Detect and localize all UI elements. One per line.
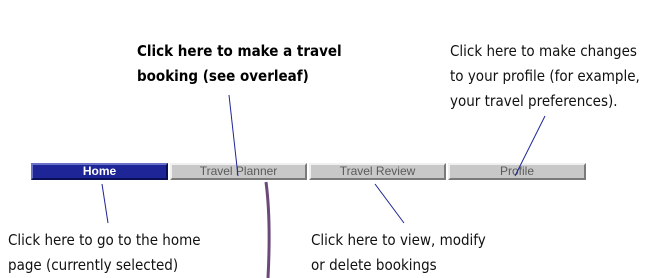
callout-line: Click here to make a travel	[137, 42, 342, 60]
callout-profile: Click here to make changes to your profi…	[450, 39, 640, 114]
tab-travel-review[interactable]: Travel Review	[309, 163, 446, 180]
pointer-line-home	[101, 183, 109, 224]
tab-travel-planner-label: Travel Planner	[199, 164, 278, 178]
tab-travel-review-label: Travel Review	[339, 164, 416, 178]
callout-line: booking (see overleaf)	[137, 67, 309, 85]
callout-home: Click here to go to the home page (curre…	[8, 228, 201, 278]
callout-line: Click here to go to the home	[8, 231, 201, 249]
tab-profile[interactable]: Profile	[448, 163, 586, 180]
callout-line: Click here to view, modify	[311, 231, 486, 249]
callout-line: to your profile (for example,	[450, 67, 640, 85]
tab-home[interactable]: Home	[31, 163, 168, 180]
callout-review: Click here to view, modify or delete boo…	[311, 228, 486, 278]
callout-line: Click here to make changes	[450, 42, 637, 60]
tab-home-label: Home	[82, 164, 117, 178]
navigation-tab-bar: Home Travel Planner Travel Review Profil…	[31, 163, 586, 180]
callout-line: page (currently selected)	[8, 256, 179, 274]
callout-line: your travel preferences).	[450, 92, 618, 110]
callout-travel-booking: Click here to make a travel booking (see…	[137, 39, 342, 89]
callout-line: or delete bookings	[311, 256, 437, 274]
tab-profile-label: Profile	[499, 164, 534, 178]
tab-travel-planner[interactable]: Travel Planner	[170, 163, 307, 180]
pointer-line-review	[374, 183, 405, 224]
curved-connector-line	[264, 181, 271, 278]
